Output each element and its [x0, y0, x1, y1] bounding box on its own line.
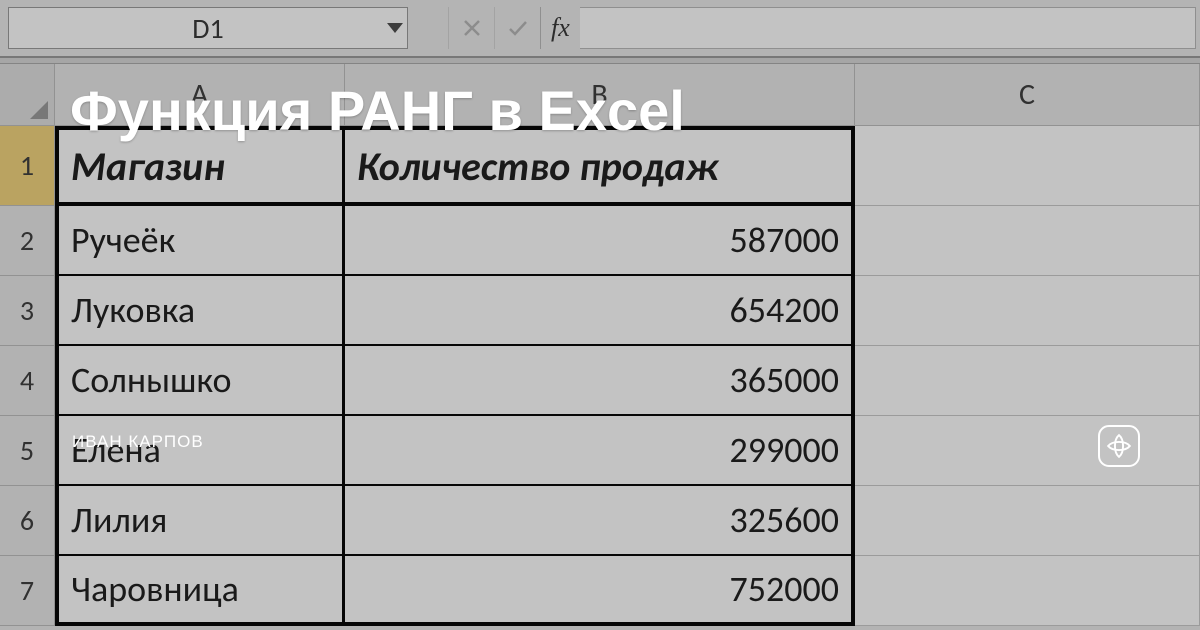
table-row: 5 Елена 299000 [0, 416, 1200, 486]
spreadsheet-grid[interactable]: A B C 1 Магазин Количество продаж 2 Руче… [0, 64, 1200, 626]
cell-A6[interactable]: Лилия [55, 486, 345, 556]
table-row: 6 Лилия 325600 [0, 486, 1200, 556]
cell-B4[interactable]: 365000 [345, 346, 855, 416]
column-header-C[interactable]: C [855, 64, 1200, 126]
row-header-1[interactable]: 1 [0, 126, 55, 206]
cell-A5[interactable]: Елена [55, 416, 345, 486]
formula-input[interactable] [580, 7, 1196, 49]
row-header-4[interactable]: 4 [0, 346, 55, 416]
cell-B6[interactable]: 325600 [345, 486, 855, 556]
fx-button[interactable]: fx [540, 7, 580, 49]
cell-B5[interactable]: 299000 [345, 416, 855, 486]
table-row: 1 Магазин Количество продаж [0, 126, 1200, 206]
column-header-A[interactable]: A [55, 64, 345, 126]
cell-A4[interactable]: Солнышко [55, 346, 345, 416]
table-row: 4 Солнышко 365000 [0, 346, 1200, 416]
cell-B2[interactable]: 587000 [345, 206, 855, 276]
formula-bar: D1 fx [0, 0, 1200, 58]
cell-B7[interactable]: 752000 [345, 556, 855, 626]
cell-A1[interactable]: Магазин [55, 126, 345, 206]
row-header-7[interactable]: 7 [0, 556, 55, 626]
cell-C4[interactable] [855, 346, 1200, 416]
cell-B3[interactable]: 654200 [345, 276, 855, 346]
fx-label: fx [551, 13, 570, 43]
excel-background: D1 fx A B C [0, 0, 1200, 630]
select-all-corner[interactable] [0, 64, 55, 126]
cell-C7[interactable] [855, 556, 1200, 626]
chevron-down-icon[interactable] [387, 23, 403, 33]
table-row: 7 Чаровница 752000 [0, 556, 1200, 626]
table-row: 2 Ручеёк 587000 [0, 206, 1200, 276]
column-header-B[interactable]: B [345, 64, 855, 126]
cell-C1[interactable] [855, 126, 1200, 206]
cell-A7[interactable]: Чаровница [55, 556, 345, 626]
name-box-value: D1 [192, 11, 223, 46]
column-headers: A B C [0, 64, 1200, 126]
enter-icon [494, 7, 540, 49]
row-header-2[interactable]: 2 [0, 206, 55, 276]
row-header-5[interactable]: 5 [0, 416, 55, 486]
cancel-icon [448, 7, 494, 49]
cell-C2[interactable] [855, 206, 1200, 276]
cell-C6[interactable] [855, 486, 1200, 556]
cell-A2[interactable]: Ручеёк [55, 206, 345, 276]
cell-C5[interactable] [855, 416, 1200, 486]
cell-A3[interactable]: Луковка [55, 276, 345, 346]
table-row: 3 Луковка 654200 [0, 276, 1200, 346]
row-header-3[interactable]: 3 [0, 276, 55, 346]
cell-C3[interactable] [855, 276, 1200, 346]
row-header-6[interactable]: 6 [0, 486, 55, 556]
name-box[interactable]: D1 [8, 7, 408, 49]
cell-B1[interactable]: Количество продаж [345, 126, 855, 206]
